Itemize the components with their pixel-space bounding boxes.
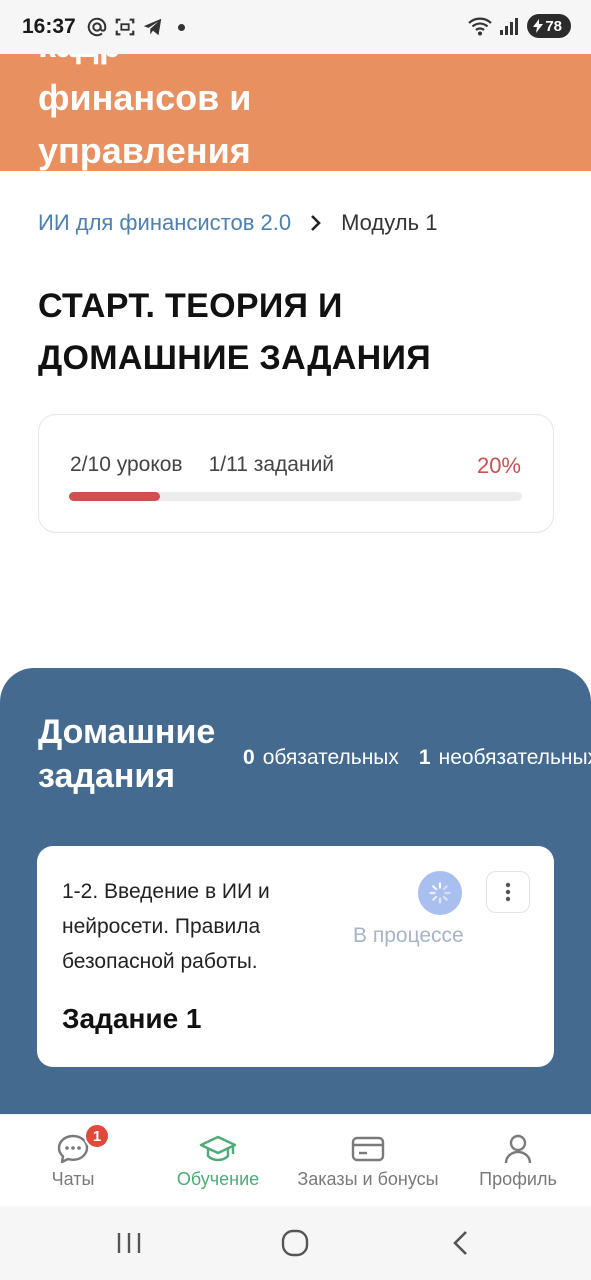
telegram-icon [143, 18, 161, 36]
required-count: 0 [243, 746, 255, 769]
nav-item-orders[interactable]: Заказы и бонусы [288, 1131, 448, 1190]
in-progress-spinner-icon [418, 871, 462, 915]
back-button[interactable] [446, 1228, 476, 1258]
wifi-icon [468, 17, 493, 36]
lessons-progress: 2/10 уроков [70, 453, 183, 476]
progress-percent: 20% [476, 453, 521, 478]
required-label: обязательных [262, 746, 399, 769]
battery-charging-icon: 78 [527, 14, 571, 38]
chevron-right-icon [309, 213, 323, 233]
progress-card: 2/10 уроков 1/11 заданий 20% [38, 414, 554, 533]
homework-title: Домашние задания [38, 713, 216, 795]
homework-counts: 0 обязательных 1 необязательных [243, 746, 591, 770]
dot-icon [177, 23, 185, 31]
progress-bar [69, 492, 522, 501]
more-options-button[interactable] [486, 871, 530, 913]
breadcrumb: ИИ для финансистов 2.0 Модуль 1 [38, 210, 437, 236]
card-icon [351, 1136, 385, 1162]
status-bar: 16:37 78 [0, 0, 591, 54]
profile-icon [504, 1134, 532, 1164]
nav-item-profile[interactable]: Профиль [474, 1131, 562, 1190]
more-vertical-icon [505, 882, 511, 902]
system-nav-bar [0, 1206, 591, 1280]
breadcrumb-module: Модуль 1 [341, 210, 438, 235]
at-icon [87, 17, 106, 37]
chats-badge: 1 [84, 1123, 110, 1149]
nav-label-profile: Профиль [479, 1169, 557, 1189]
scan-icon [115, 18, 135, 36]
nav-label-chats: Чаты [51, 1169, 95, 1189]
page-title: СТАРТ. ТЕОРИЯ И ДОМАШНИЕ ЗАДАНИЯ [38, 287, 431, 377]
recent-apps-icon [117, 1233, 141, 1253]
recent-apps-button[interactable] [114, 1228, 144, 1258]
nav-label-orders: Заказы и бонусы [297, 1169, 439, 1189]
course-banner: кадр финансов и управления [0, 54, 591, 171]
home-icon [281, 1229, 309, 1257]
optional-label: необязательных [438, 746, 591, 769]
tasks-progress: 1/11 заданий [208, 453, 335, 476]
home-button[interactable] [280, 1228, 310, 1258]
graduation-cap-icon [199, 1135, 237, 1162]
nav-item-chats[interactable]: 1 Чаты [40, 1123, 110, 1190]
nav-label-learning: Обучение [176, 1169, 260, 1189]
optional-count: 1 [418, 746, 431, 769]
status-time: 16:37 [22, 15, 76, 38]
signal-icon [500, 18, 519, 35]
homework-status: В процессе [353, 924, 464, 947]
bottom-nav: 1 Чаты Обучение Заказы и бонусы Профиль [0, 1114, 591, 1206]
homework-task-label: Задание 1 [62, 1003, 202, 1034]
nav-item-learning[interactable]: Обучение [168, 1131, 268, 1190]
breadcrumb-course-link[interactable]: ИИ для финансистов 2.0 [38, 210, 291, 236]
banner-title: кадр финансов и управления [38, 54, 252, 171]
homework-card-name: 1-2. Введение в ИИ и нейросети. Правила … [62, 880, 270, 973]
back-icon [453, 1231, 467, 1255]
homework-section: Домашние задания 0 обязательных 1 необяз… [0, 668, 591, 1128]
battery-level: 78 [545, 17, 562, 35]
homework-card[interactable]: 1-2. Введение в ИИ и нейросети. Правила … [37, 846, 554, 1067]
progress-bar-fill [69, 492, 160, 501]
